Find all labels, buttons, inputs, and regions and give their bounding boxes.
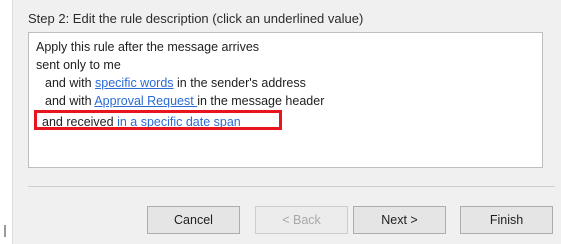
rules-wizard-dialog: Step 2: Edit the rule description (click…: [0, 0, 561, 244]
rule-line-prefix: and with: [45, 94, 95, 108]
finish-button[interactable]: Finish: [460, 206, 553, 234]
rule-line-approval-request: and with Approval Request in the message…: [45, 94, 324, 108]
next-button[interactable]: Next >: [353, 206, 446, 234]
rule-line-apply-after-arrival: Apply this rule after the message arrive…: [36, 40, 260, 54]
back-button[interactable]: < Back: [255, 206, 348, 234]
rule-line-suffix: in the sender's address: [173, 76, 306, 90]
rule-description-box: Apply this rule after the message arrive…: [28, 32, 543, 168]
cancel-button[interactable]: Cancel: [147, 206, 240, 234]
approval-request-link[interactable]: Approval Request: [94, 94, 197, 108]
edge-mark: [4, 225, 6, 237]
rule-line-sent-only-to-me: sent only to me: [36, 58, 121, 72]
rule-line-prefix: and with: [45, 76, 96, 90]
red-highlight-box: [34, 110, 282, 130]
left-window-edge: [0, 0, 13, 244]
specific-words-link[interactable]: specific words: [95, 76, 174, 90]
step-2-heading: Step 2: Edit the rule description (click…: [28, 11, 364, 26]
rule-line-suffix: in the message header: [197, 94, 325, 108]
rule-line-specific-words: and with specific words in the sender's …: [45, 76, 306, 90]
button-separator: [28, 186, 555, 187]
